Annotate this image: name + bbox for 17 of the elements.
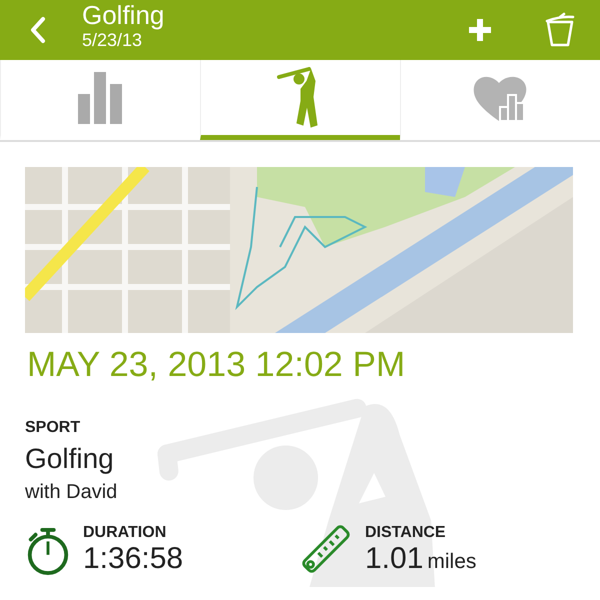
activity-date: MAY 23, 2013 12:02 PM	[27, 344, 406, 386]
metric-label: DISTANCE	[365, 524, 447, 542]
screen-title: Golfing	[82, 2, 166, 28]
trash-icon[interactable]	[544, 12, 576, 48]
metric-unit: miles	[427, 550, 476, 574]
bar-chart-icon	[78, 72, 124, 124]
back-icon[interactable]	[30, 16, 46, 44]
companion-text: with David	[25, 481, 118, 504]
tab[interactable]	[200, 60, 400, 140]
metric-value: 1:36:58	[83, 542, 184, 576]
metric-label: DURATION	[83, 524, 168, 542]
add-icon[interactable]	[466, 16, 494, 44]
sport-label: SPORT	[25, 419, 82, 437]
stopwatch-icon	[25, 526, 71, 576]
sport-value: Golfing	[25, 443, 115, 475]
metric-value: 1.01	[365, 542, 424, 576]
date-subtitle: 5/23/13	[82, 30, 144, 50]
